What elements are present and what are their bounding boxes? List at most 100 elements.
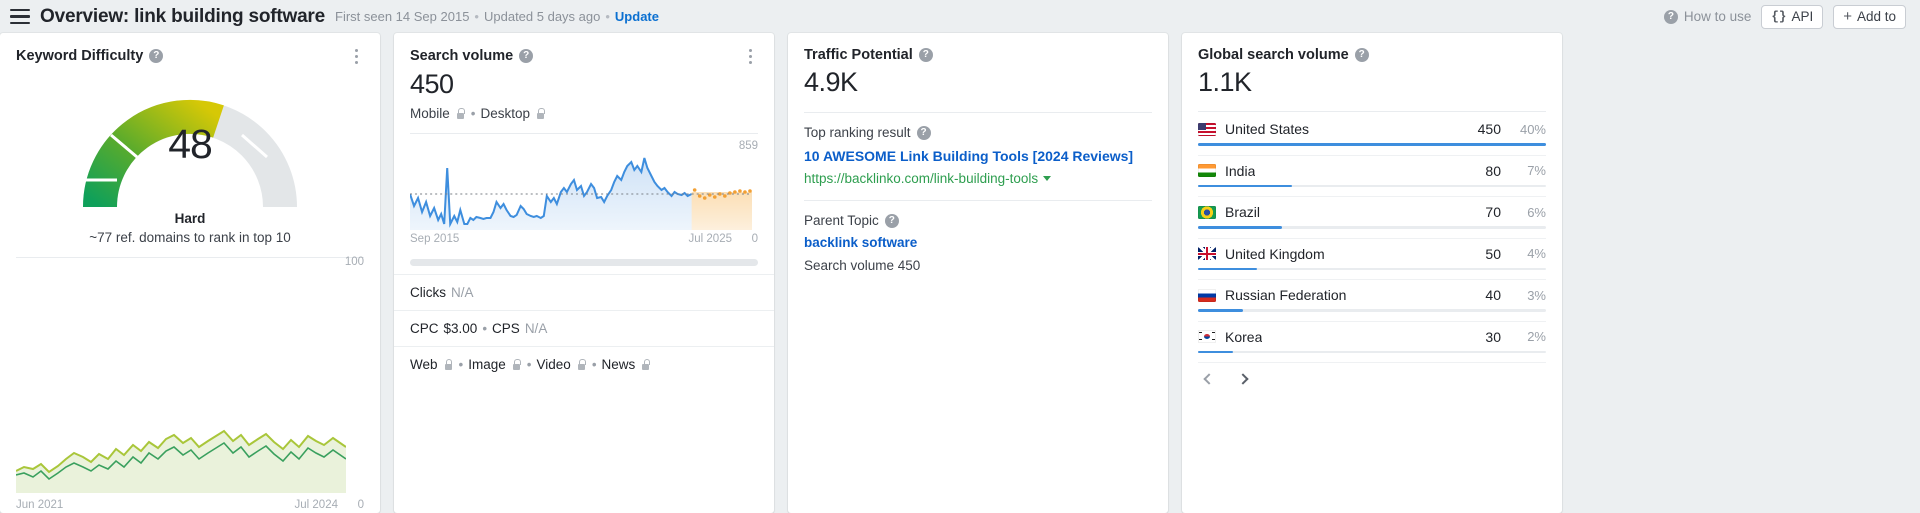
cpc-value: $3.00 xyxy=(443,321,478,336)
country-volume: 30 xyxy=(1485,328,1501,345)
gsv-title-label: Global search volume xyxy=(1198,47,1349,63)
serp-video-label: Video xyxy=(536,357,571,372)
tp-title-label: Traffic Potential xyxy=(804,47,913,63)
sv-separator: • xyxy=(470,106,476,121)
how-to-use-label: How to use xyxy=(1683,9,1752,24)
country-row-main: Brazil 70 6% xyxy=(1198,204,1546,220)
flag-icon-ru xyxy=(1198,288,1216,302)
kd-axis-end: Jul 2024 xyxy=(294,499,338,511)
pagination-next-button[interactable] xyxy=(1236,372,1252,388)
country-row[interactable]: Brazil 70 6% xyxy=(1198,197,1546,239)
sv-history-chart[interactable]: 859 xyxy=(394,140,774,232)
help-icon: ? xyxy=(1663,9,1678,24)
sv-value: 450 xyxy=(410,69,454,99)
country-row[interactable]: Korea 30 2% xyxy=(1198,322,1546,363)
serp-separator-3: • xyxy=(591,357,597,372)
country-volume: 70 xyxy=(1485,204,1501,220)
lock-icon xyxy=(641,359,651,370)
country-share-bar-fill xyxy=(1198,184,1292,187)
kd-gauge: 48 xyxy=(0,67,380,219)
tp-parent-topic-label: Parent Topic xyxy=(804,213,879,229)
traffic-potential-card: Traffic Potential ? 4.9K Top ranking res… xyxy=(788,33,1168,513)
country-share-bar-track xyxy=(1198,350,1546,353)
sv-chart-scrollbar[interactable] xyxy=(410,259,758,266)
country-share-bar-fill xyxy=(1198,143,1546,146)
sv-axis-end: Jul 2025 xyxy=(688,233,732,245)
hamburger-icon[interactable] xyxy=(10,8,30,25)
serp-separator-2: • xyxy=(526,357,532,372)
lock-icon xyxy=(512,359,521,370)
flag-icon-kr xyxy=(1198,330,1216,343)
sv-title-label: Search volume xyxy=(410,48,514,64)
country-pagination xyxy=(1182,363,1562,388)
kd-sparkline xyxy=(16,429,346,493)
country-name: Brazil xyxy=(1225,204,1261,220)
pagination-prev-button[interactable] xyxy=(1202,372,1218,388)
sv-title: Search volume ? xyxy=(410,48,534,64)
sv-options-menu[interactable] xyxy=(742,47,758,65)
country-share-bar-track xyxy=(1198,309,1546,312)
country-percent: 4% xyxy=(1527,246,1546,261)
cps-value: N/A xyxy=(524,321,548,336)
sv-axis-start: Sep 2015 xyxy=(410,233,460,245)
kd-ref-domains-text: ~77 ref. domains to rank in top 10 xyxy=(89,230,291,245)
page-header: Overview: link building software First s… xyxy=(0,0,1920,33)
country-volume: 50 xyxy=(1485,245,1501,262)
parent-topic-link[interactable]: backlink software xyxy=(804,235,1152,250)
country-share-bar-track xyxy=(1198,267,1546,270)
kd-title-label: Keyword Difficulty xyxy=(16,48,144,64)
tp-top-ranking-label-wrap: Top ranking result ? xyxy=(804,125,1152,140)
country-share-bar-track xyxy=(1198,226,1546,229)
country-row[interactable]: United States 450 40% xyxy=(1198,114,1546,156)
kd-axis-min: 0 xyxy=(357,499,364,511)
api-button[interactable]: {} API xyxy=(1761,4,1824,29)
page-meta: First seen 14 Sep 2015 • Updated 5 days … xyxy=(335,9,659,24)
top-ranking-result-link[interactable]: 10 AWESOME Link Building Tools [2024 Rev… xyxy=(804,147,1152,165)
top-ranking-result-url[interactable]: https://backlinko.com/link-building-tool… xyxy=(804,171,1152,186)
country-share-bar-track xyxy=(1198,184,1546,187)
chevron-down-icon[interactable] xyxy=(1043,176,1052,182)
help-icon[interactable]: ? xyxy=(918,48,933,62)
country-row[interactable]: Russian Federation 40 3% xyxy=(1198,280,1546,322)
help-icon[interactable]: ? xyxy=(519,49,534,63)
tp-top-ranking-label: Top ranking result xyxy=(804,125,911,140)
serp-web-label: Web xyxy=(410,357,438,372)
serp-news-label: News xyxy=(601,357,636,372)
help-icon[interactable]: ? xyxy=(884,213,899,228)
code-braces-icon: {} xyxy=(1771,9,1787,24)
how-to-use-link[interactable]: ? How to use xyxy=(1663,9,1752,24)
clicks-row: Clicks N/A xyxy=(394,274,774,310)
country-row[interactable]: India 80 7% xyxy=(1198,156,1546,197)
country-percent: 3% xyxy=(1527,287,1546,303)
first-seen-text: First seen 14 Sep 2015 xyxy=(335,9,470,24)
flag-icon-us xyxy=(1198,122,1216,136)
kd-options-menu[interactable] xyxy=(348,47,364,65)
app-root: Overview: link building software First s… xyxy=(0,0,1920,513)
lock-icon xyxy=(456,108,465,119)
country-share-bar-fill xyxy=(1198,226,1282,229)
cpc-separator: • xyxy=(482,321,488,336)
updated-text: Updated 5 days ago xyxy=(483,9,601,24)
help-icon[interactable]: ? xyxy=(149,49,164,63)
help-icon[interactable]: ? xyxy=(916,125,931,140)
country-row[interactable]: United Kingdom 50 4% xyxy=(1198,239,1546,280)
cpc-label: CPC xyxy=(410,321,439,336)
kd-card-header: Keyword Difficulty ? xyxy=(0,33,380,65)
kd-title: Keyword Difficulty ? xyxy=(16,48,164,64)
kd-axis-max: 100 xyxy=(344,256,364,268)
update-link[interactable]: Update xyxy=(615,9,659,24)
country-name: Russian Federation xyxy=(1225,287,1347,303)
tp-url-text: https://backlinko.com/link-building-tool… xyxy=(804,171,1039,187)
flag-icon-in xyxy=(1198,164,1216,177)
country-volume: 80 xyxy=(1485,162,1501,179)
top-ranking-result-section: Top ranking result ? 10 AWESOME Link Bui… xyxy=(788,113,1168,186)
help-icon[interactable]: ? xyxy=(1354,48,1369,62)
country-list: United States 450 40% India 80 7% Brazil 70 6% Un… xyxy=(1182,112,1562,363)
add-to-button[interactable]: + Add to xyxy=(1833,4,1906,29)
country-share-bar-fill xyxy=(1198,350,1233,353)
meta-separator-1: • xyxy=(474,9,479,24)
country-share-bar-fill xyxy=(1198,267,1258,270)
gsv-value: 1.1K xyxy=(1198,67,1252,97)
plus-icon: + xyxy=(1843,8,1852,25)
country-name: India xyxy=(1225,162,1256,179)
